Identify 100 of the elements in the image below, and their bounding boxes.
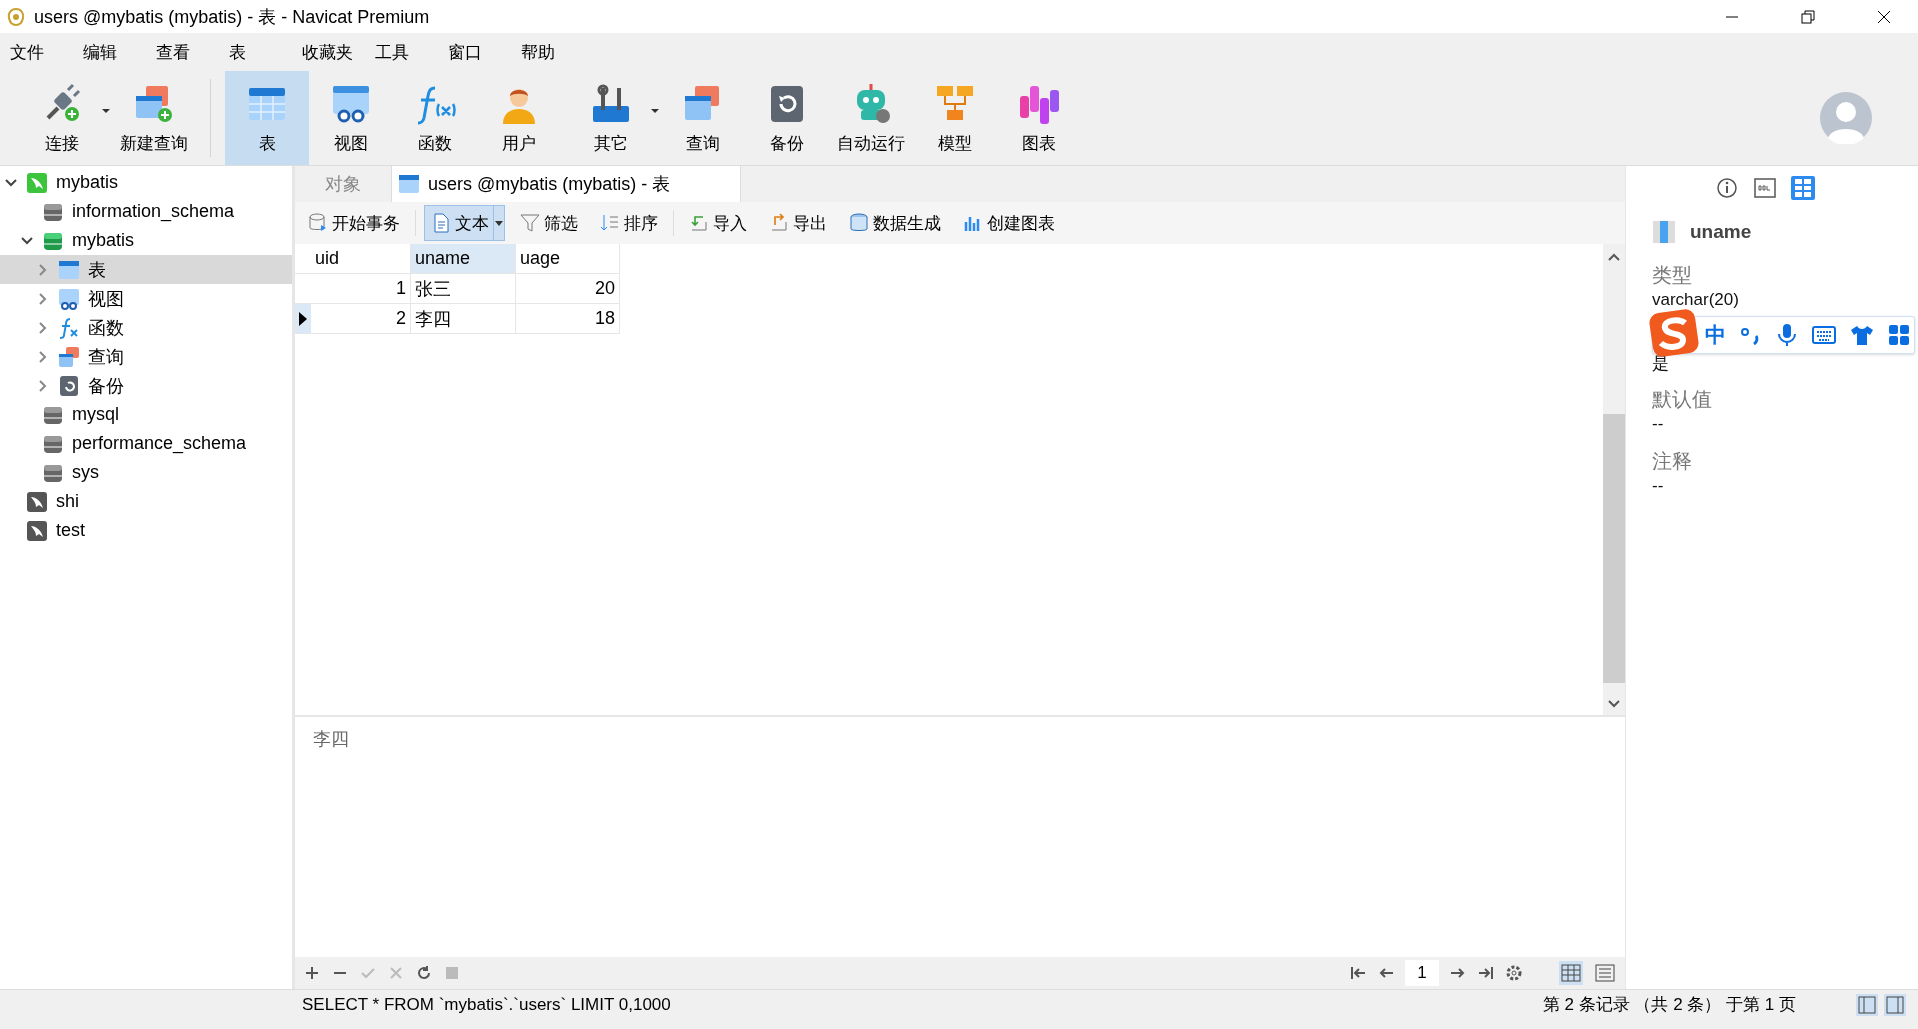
apps-icon [1888,324,1910,346]
property-value: -- [1652,476,1664,495]
tree-item[interactable]: 备份 [0,371,292,400]
property-label: 默认值 [1652,388,1712,410]
chevron-down-icon[interactable] [5,176,17,189]
chevron-right-icon[interactable] [37,263,49,276]
database-icon [308,213,328,233]
panel-tab[interactable] [1791,176,1815,200]
filter-icon [520,213,540,233]
caret-icon [495,220,503,226]
caret-icon[interactable] [651,109,659,113]
tree-item[interactable]: test [0,516,292,545]
function-icon [58,316,80,339]
plus-icon[interactable] [303,964,321,982]
menu-item[interactable]: 表 [227,40,300,64]
toolbar-button[interactable]: 新建查询 [112,71,196,165]
ddl-icon [1754,177,1776,199]
tree-item[interactable]: sys [0,458,292,487]
record-info: 第 2 条记录 （共 2 条） 于第 1 页 [1542,994,1796,1016]
menu-item[interactable]: 文件 [8,40,81,64]
table-cell: 2 [311,304,411,334]
refresh-icon[interactable] [415,964,433,982]
data-generate-icon [849,213,869,233]
tree-item[interactable]: information_schema [0,197,292,226]
property-label: 注释 [1652,450,1692,472]
toolbar-button[interactable]: 视图 [309,71,393,165]
export-icon [769,213,789,233]
toolbar-button[interactable]: 函数 [393,71,477,165]
panel-toggle-icon[interactable] [1884,993,1906,1016]
property-value: varchar(20) [1652,290,1739,309]
first-page-icon[interactable] [1349,964,1367,982]
menu-item[interactable]: 编辑 [81,40,154,64]
toolbar-button[interactable]: 自动运行 [829,71,913,165]
toolbar-button[interactable]: 其它 [561,71,661,165]
tree-item[interactable]: mysql [0,400,292,429]
tree-item[interactable]: 函数 [0,313,292,342]
document-icon [431,213,451,233]
toolbar-button[interactable]: 开始事务 [301,205,407,241]
toolbar-button[interactable]: 排序 [593,205,665,241]
column-header[interactable]: uname [411,244,516,274]
toolbar-button[interactable]: 筛选 [513,205,585,241]
query-icon [58,345,80,368]
property-value: -- [1652,414,1664,433]
column-icon [1652,220,1676,244]
scrollbar-thumb[interactable] [1603,414,1625,683]
tab[interactable]: users @mybatis (mybatis) - 表 [392,166,742,202]
panel-toggle-icon[interactable] [1856,993,1878,1016]
caret-icon[interactable] [102,109,110,113]
chevron-right-icon[interactable] [37,292,49,305]
chevron-right-icon[interactable] [37,321,49,334]
toolbar-button[interactable]: 文本 [424,205,505,241]
field-name: uname [1690,221,1752,243]
chevron-right-icon[interactable] [37,379,49,392]
table-cell: 20 [516,274,620,304]
toolbar-button[interactable]: 连接 [12,71,112,165]
table-cell: 张三 [411,274,516,304]
page-field[interactable]: 1 [1405,960,1439,986]
chevron-right-icon[interactable] [37,350,49,363]
last-page-icon[interactable] [1477,964,1495,982]
form-view-icon[interactable] [1593,961,1617,985]
tree-item[interactable]: 查询 [0,342,292,371]
tree-item[interactable]: 表 [0,255,292,284]
menu-item[interactable]: 窗口 [446,40,519,64]
view-icon [58,287,80,310]
panel-tab[interactable] [1715,176,1739,200]
tree-item[interactable]: performance_schema [0,429,292,458]
table-icon [58,258,80,281]
menu-item[interactable]: 帮助 [519,40,592,64]
settings-icon[interactable] [1505,964,1523,982]
toolbar-button[interactable]: 导出 [762,205,834,241]
grid-view-icon[interactable] [1559,961,1583,985]
window-title: users @mybatis (mybatis) - 表 - Navicat Premium [34,5,431,29]
toolbar-button[interactable]: 图表 [997,71,1081,165]
panel-tab[interactable] [1753,176,1777,200]
menu-item[interactable]: 查看 [154,40,227,64]
property-label: 类型 [1652,264,1692,286]
table-cell: 1 [311,274,411,304]
toolbar-button[interactable]: 导入 [682,205,754,241]
toolbar-button[interactable]: 表 [225,71,309,165]
keyboard-icon [1812,325,1836,345]
tree-item[interactable]: 视图 [0,284,292,313]
toolbar-button[interactable]: 备份 [745,71,829,165]
property-value: 是 [1652,354,1669,373]
toolbar-button[interactable]: 数据生成 [842,205,948,241]
menu-item[interactable]: 收藏夹 [300,40,373,64]
table-icon [398,173,420,195]
toolbar-button[interactable]: 查询 [661,71,745,165]
toolbar-button[interactable]: 用户 [477,71,561,165]
dropdown-toggle[interactable] [493,206,504,240]
menu-item[interactable]: 工具 [373,40,446,64]
tree-item[interactable]: shi [0,487,292,516]
tree-item[interactable]: mybatis [0,226,292,255]
column-header[interactable]: uid [311,244,411,274]
microphone-icon [1776,323,1798,347]
chevron-down-icon[interactable] [21,234,33,247]
toolbar-button[interactable]: 创建图表 [956,205,1062,241]
info-icon [1716,177,1738,199]
column-header[interactable]: uage [516,244,620,274]
toolbar-button[interactable]: 模型 [913,71,997,165]
tree-item[interactable]: mybatis [0,168,292,197]
